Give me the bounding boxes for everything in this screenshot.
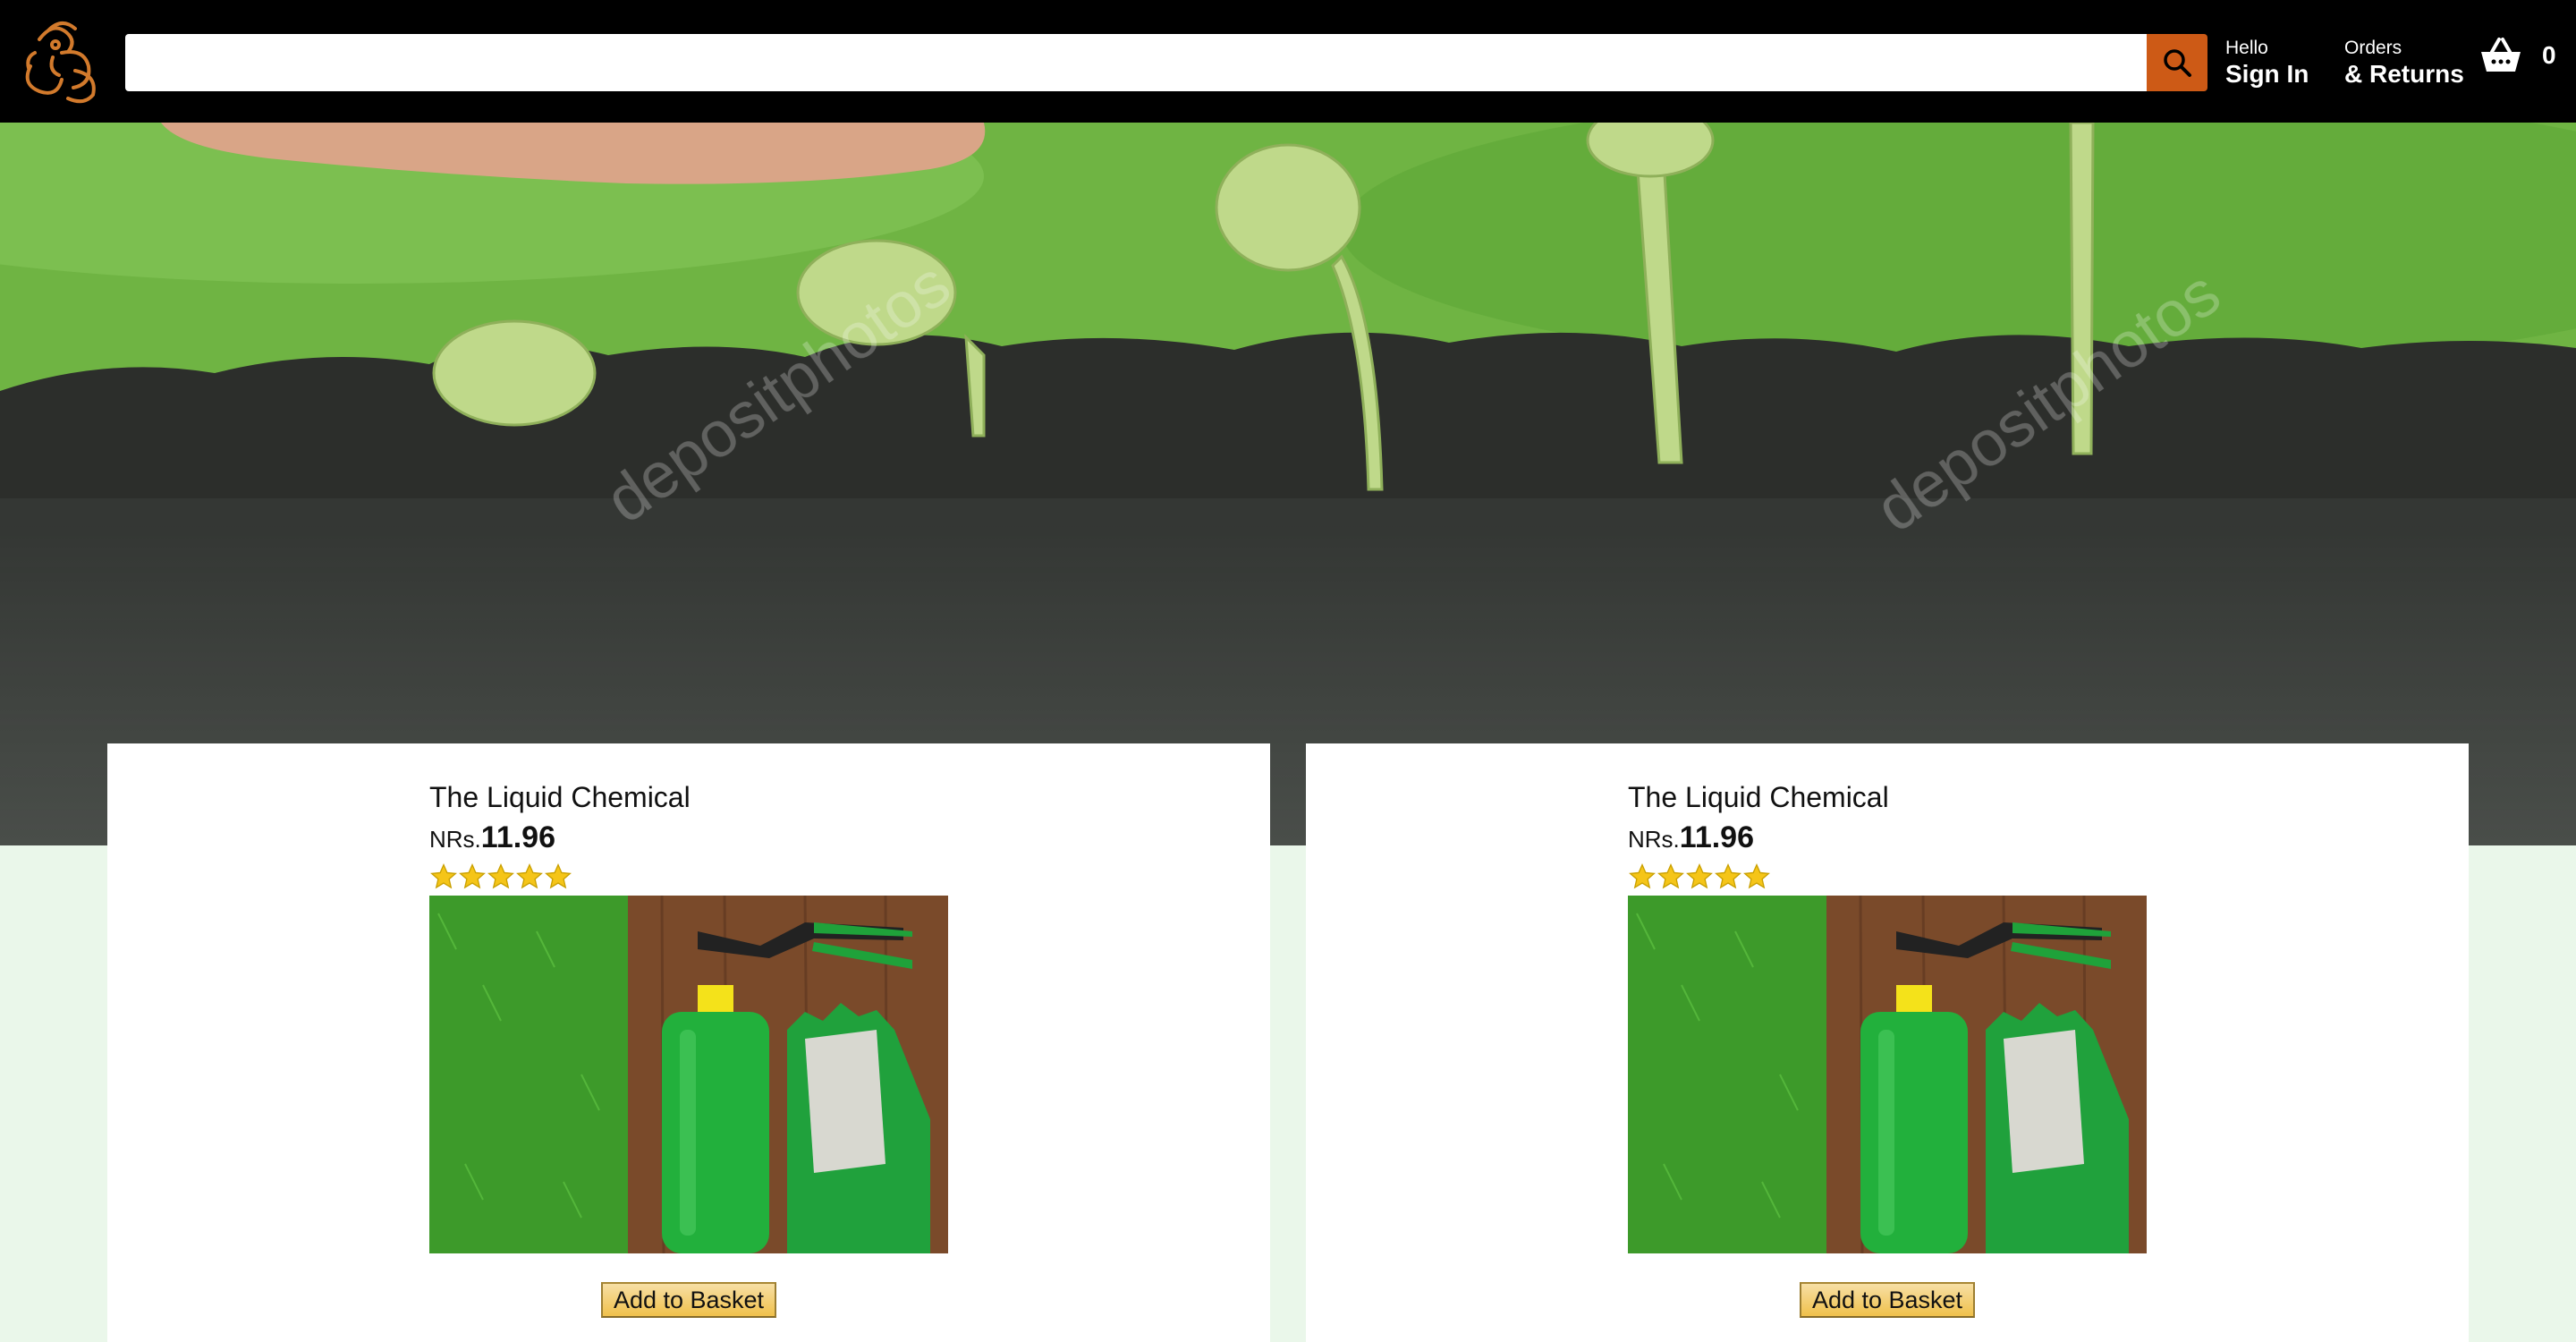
star-icon xyxy=(430,863,457,889)
returns-label: & Returns xyxy=(2344,60,2464,88)
product-title[interactable]: The Liquid Chemical xyxy=(429,779,948,815)
search-bar xyxy=(125,34,2207,91)
search-icon xyxy=(2164,49,2191,77)
star-icon xyxy=(516,863,543,889)
star-icon xyxy=(1715,863,1741,889)
basket-count: 0 xyxy=(2542,41,2556,69)
ganesha-logo-icon[interactable] xyxy=(13,13,111,111)
price-currency: NRs. xyxy=(429,826,481,853)
price-value: 11.96 xyxy=(480,820,555,854)
sign-in-greeting: Hello xyxy=(2225,38,2268,58)
star-icon xyxy=(1686,863,1713,889)
hero-banner-image: depositphotos depositphotos xyxy=(0,123,2576,845)
star-icon xyxy=(1743,863,1770,889)
orders-returns-link[interactable]: Orders & Returns xyxy=(2344,38,2464,89)
product-rating xyxy=(1628,862,2147,891)
product-image[interactable] xyxy=(1628,896,2147,1253)
star-icon xyxy=(1629,863,1656,889)
product-rating xyxy=(429,862,948,891)
product-info: The Liquid Chemical NRs.11.96 xyxy=(1628,743,2147,896)
star-icon xyxy=(545,863,572,889)
basket-link[interactable]: 0 xyxy=(2479,36,2556,75)
product-card: The Liquid Chemical NRs.11.96 Add to Bas… xyxy=(107,743,1270,1342)
price-currency: NRs. xyxy=(1628,826,1680,853)
product-image[interactable] xyxy=(429,896,948,1253)
star-icon xyxy=(1657,863,1684,889)
add-to-basket-button[interactable]: Add to Basket xyxy=(600,1282,777,1318)
basket-icon xyxy=(2481,38,2521,72)
product-info: The Liquid Chemical NRs.11.96 xyxy=(429,743,948,896)
orders-label: Orders xyxy=(2344,38,2402,58)
price-value: 11.96 xyxy=(1679,820,1754,854)
sign-in-link[interactable]: Hello Sign In xyxy=(2225,38,2309,89)
star-icon xyxy=(487,863,514,889)
product-price: NRs.11.96 xyxy=(1628,820,2147,855)
sign-in-label: Sign In xyxy=(2225,60,2309,88)
hero-fade-overlay xyxy=(0,123,2576,845)
star-icon xyxy=(459,863,486,889)
product-price: NRs.11.96 xyxy=(429,820,948,855)
product-title[interactable]: The Liquid Chemical xyxy=(1628,779,2147,815)
search-button[interactable] xyxy=(2147,34,2207,91)
search-input[interactable] xyxy=(125,34,2147,91)
add-to-basket-button[interactable]: Add to Basket xyxy=(1799,1282,1976,1318)
product-card: The Liquid Chemical NRs.11.96 Add to Bas… xyxy=(1306,743,2469,1342)
site-header: Hello Sign In Orders & Returns 0 xyxy=(0,0,2576,123)
